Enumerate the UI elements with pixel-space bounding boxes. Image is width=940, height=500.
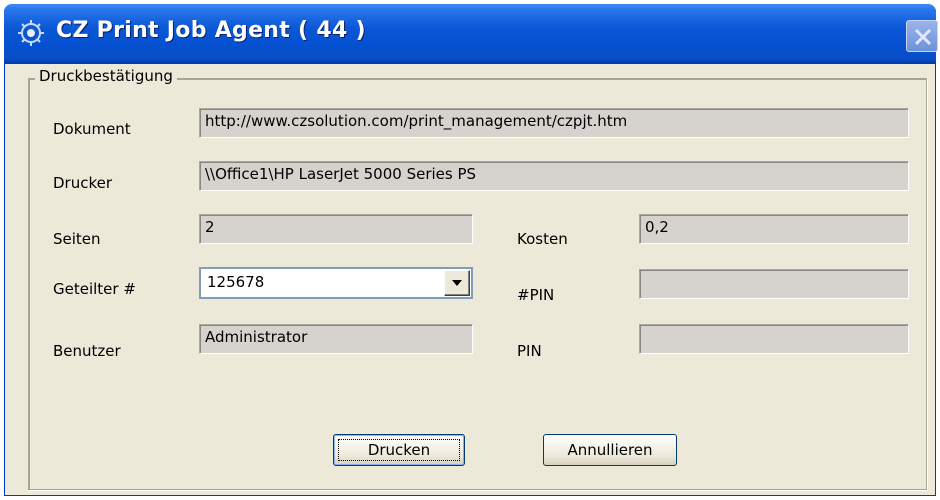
cancel-button-label: Annullieren [567, 441, 653, 459]
geteilter-value: 125678 [207, 273, 265, 291]
dialog-client-area: Druckbestätigung Dokument http://www.czs… [11, 64, 931, 496]
print-button[interactable]: Drucken [333, 434, 465, 466]
drucker-label: Drucker [53, 174, 113, 192]
geteilter-label: Geteilter # [53, 280, 136, 298]
dialog-window: CZ Print Job Agent ( 44 ) Druckbestätigu… [4, 4, 938, 496]
pin-hash-field[interactable] [639, 269, 909, 299]
dokument-label: Dokument [53, 120, 131, 138]
benutzer-field[interactable]: Administrator [199, 324, 473, 354]
close-icon [914, 28, 932, 46]
window-title: CZ Print Job Agent ( 44 ) [56, 18, 366, 43]
focus-rect [338, 439, 460, 461]
seiten-field[interactable]: 2 [199, 214, 473, 244]
close-button[interactable] [906, 20, 938, 52]
geteilter-dropdown-button[interactable] [444, 270, 470, 296]
printer-agent-icon [16, 18, 46, 48]
chevron-down-icon [452, 280, 462, 286]
drucker-field[interactable]: \\Office1\HP LaserJet 5000 Series PS [199, 161, 909, 191]
dokument-field[interactable]: http://www.czsolution.com/print_manageme… [199, 108, 909, 138]
pin-hash-label: #PIN [517, 286, 555, 304]
benutzer-label: Benutzer [53, 342, 121, 360]
kosten-field[interactable]: 0,2 [639, 214, 909, 244]
seiten-label: Seiten [53, 230, 101, 248]
group-legend: Druckbestätigung [35, 67, 177, 85]
pin-field[interactable] [639, 324, 909, 354]
kosten-label: Kosten [517, 230, 568, 248]
pin-label: PIN [517, 342, 542, 360]
title-bar[interactable]: CZ Print Job Agent ( 44 ) [4, 4, 938, 64]
geteilter-combobox[interactable]: 125678 [199, 267, 473, 299]
cancel-button[interactable]: Annullieren [543, 434, 677, 466]
